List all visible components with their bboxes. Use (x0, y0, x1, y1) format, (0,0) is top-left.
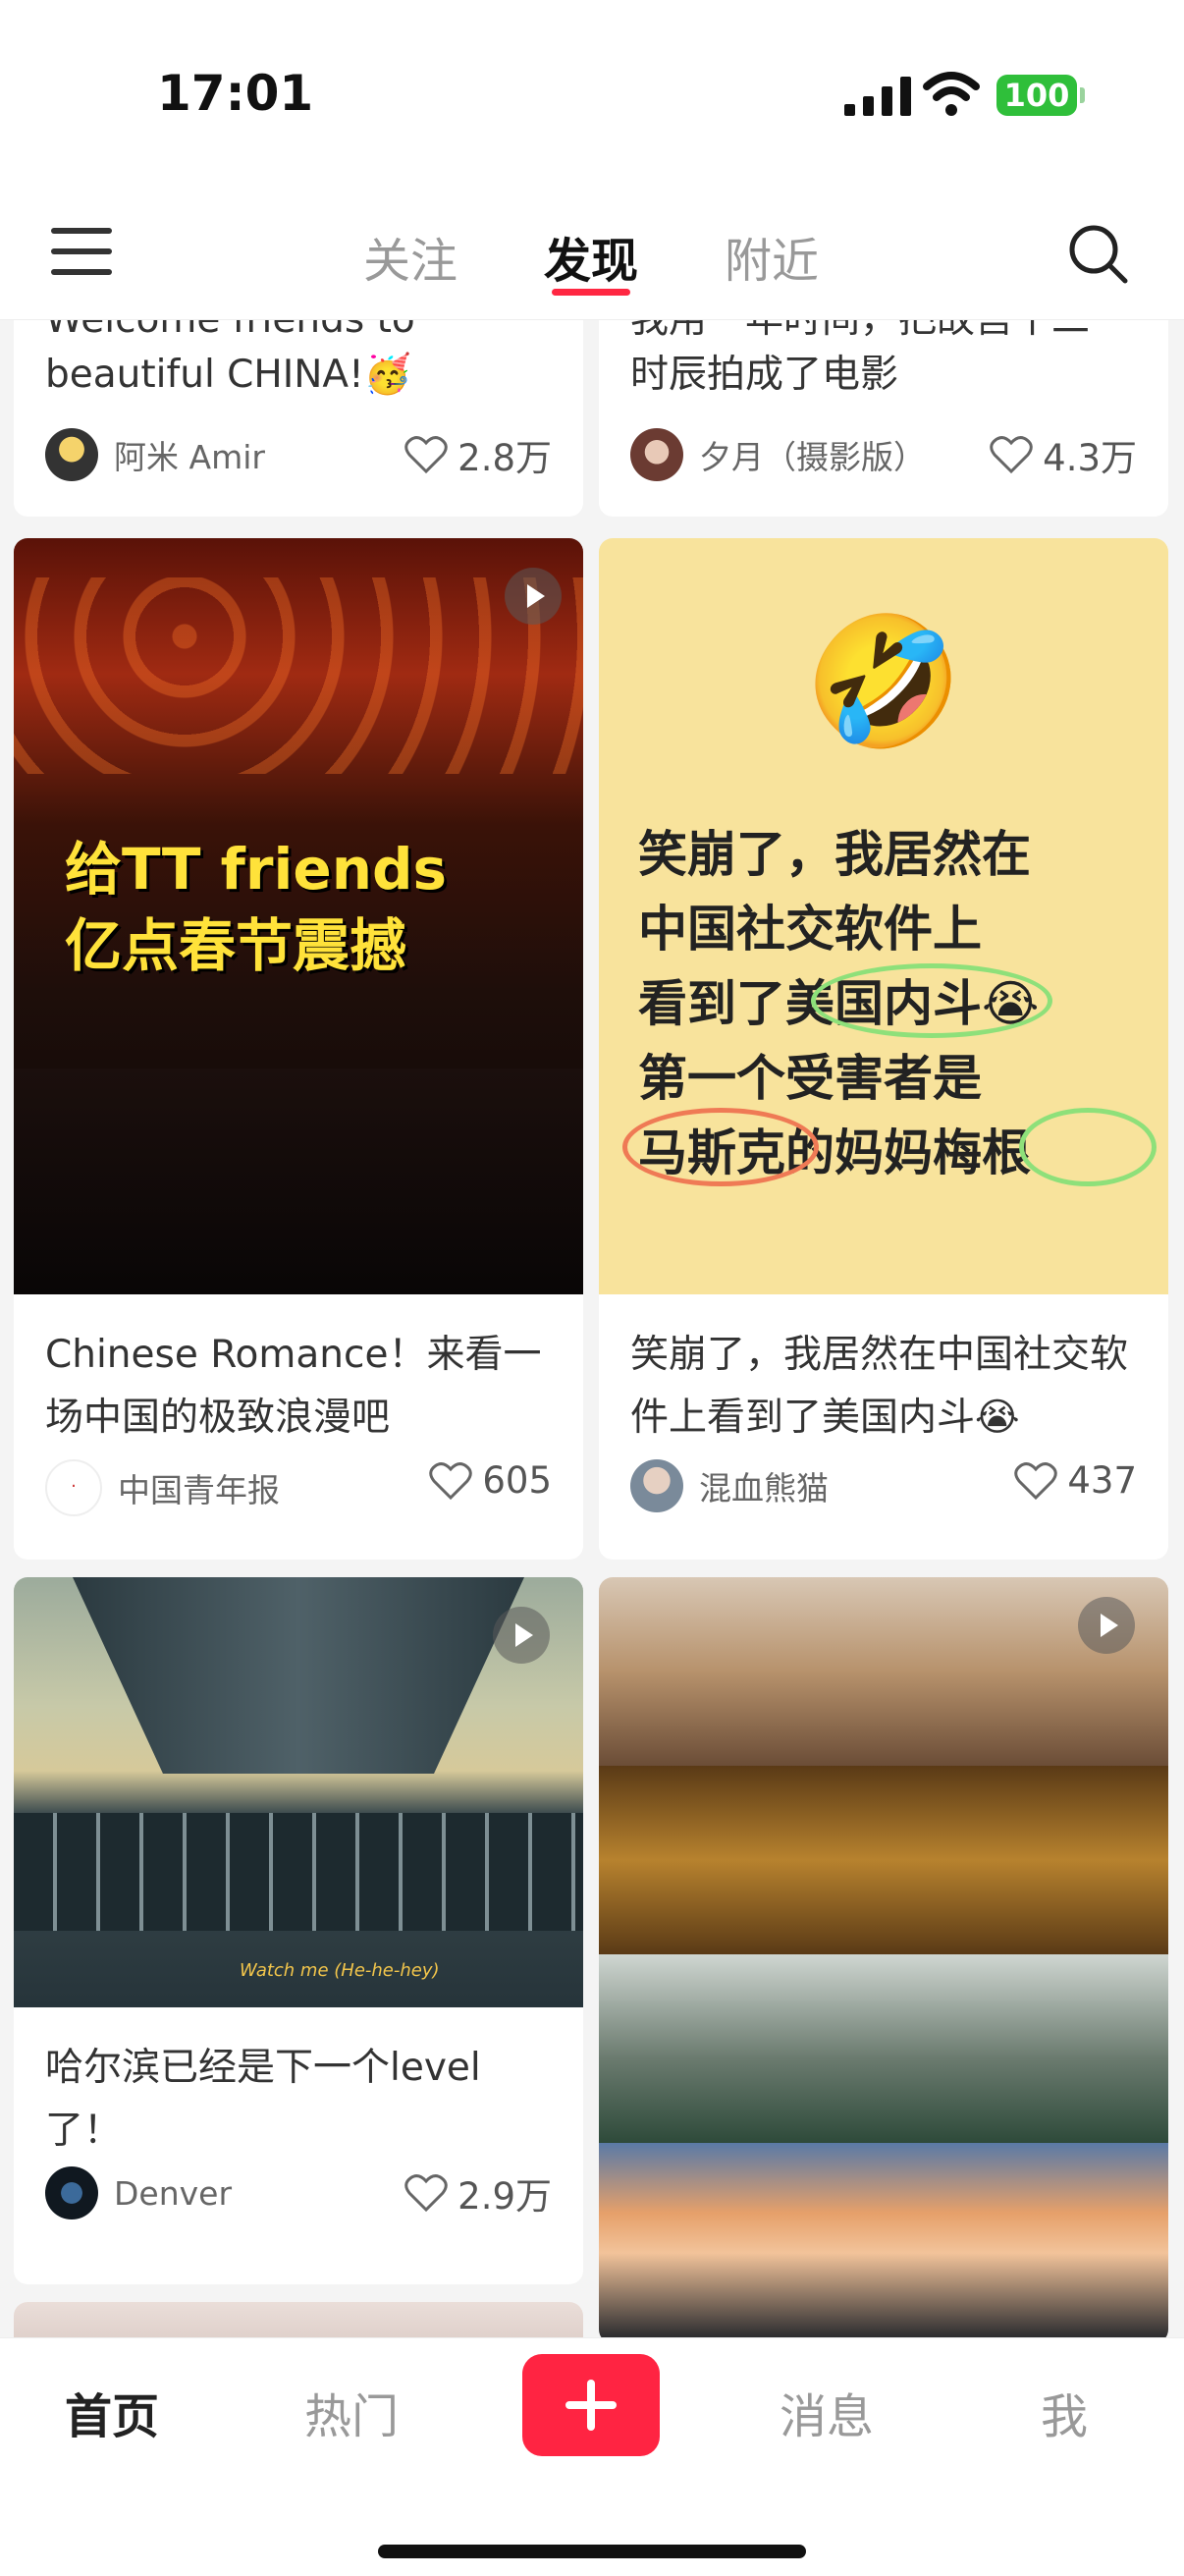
top-header: 关注 发现 附近 (0, 187, 1184, 320)
card-author[interactable]: 阿米 Amir (45, 428, 265, 481)
wifi-icon (923, 72, 980, 116)
home-indicator (378, 2545, 806, 2558)
heart-icon (1014, 1461, 1058, 1500)
avatar (630, 428, 683, 481)
heart-icon (404, 2174, 448, 2213)
nav-trending[interactable]: 热门 (304, 2378, 399, 2446)
note-card[interactable]: 我用一年时间，把故宫十二 时辰拍成了电影 夕月（摄影版） 4.3万 (599, 320, 1168, 517)
note-card[interactable] (599, 1577, 1168, 2337)
avatar (45, 428, 98, 481)
cover-text-line: 中国社交软件上 (638, 901, 982, 958)
nav-home[interactable]: 首页 (65, 2378, 159, 2446)
heart-icon (404, 436, 448, 474)
cover-text-line: 笑崩了，我居然在 (638, 826, 1031, 883)
card-cover-image: 🤣 笑崩了，我居然在 中国社交软件上 看到了美国内斗😭 第一个受害者是 马斯克的… (599, 538, 1168, 1294)
author-name: 夕月（摄影版） (699, 438, 926, 476)
heart-icon (990, 436, 1033, 474)
video-caption: Watch me (He-he-hey) (240, 1960, 440, 1981)
like-count: 437 (1067, 1459, 1137, 1502)
card-title: Chinese Romance！来看一场中国的极致浪漫吧 (45, 1333, 542, 1440)
play-icon (505, 568, 562, 625)
search-icon[interactable] (1066, 222, 1129, 285)
cover-emoji: 🤣 (804, 607, 963, 756)
status-bar: 17:01 100 (0, 0, 1184, 187)
card-title: 哈尔滨已经是下一个level了！ (45, 2046, 481, 2153)
card-author[interactable]: · 中国青年报 (45, 1459, 280, 1516)
play-icon (493, 1607, 550, 1664)
like-button[interactable]: 2.9万 (404, 2166, 552, 2220)
like-button[interactable]: 605 (429, 1459, 552, 1502)
avatar: · (45, 1459, 102, 1516)
avatar (630, 1459, 683, 1512)
like-count: 4.3万 (1043, 437, 1137, 479)
menu-icon[interactable] (51, 228, 112, 277)
author-name: 混血熊猫 (699, 1469, 829, 1507)
card-author[interactable]: 夕月（摄影版） (630, 428, 926, 481)
cover-text-line: 第一个受害者是 (638, 1050, 982, 1107)
like-button[interactable]: 4.3万 (990, 428, 1137, 481)
nav-me[interactable]: 我 (1041, 2378, 1088, 2446)
note-card[interactable]: 给TT friends 亿点春节震撼 Chinese Romance！来看一场中… (14, 538, 583, 1560)
card-title: 笑崩了，我居然在中国社交软件上看到了美国内斗😭 (630, 1333, 1129, 1440)
author-name: 中国青年报 (118, 1471, 280, 1509)
status-time: 17:01 (157, 65, 314, 122)
note-card[interactable]: Watch me (He-he-hey) 哈尔滨已经是下一个level了！ De… (14, 1577, 583, 2284)
avatar (45, 2166, 98, 2220)
like-count: 605 (482, 1459, 552, 1502)
heart-icon (429, 1461, 473, 1500)
cover-overlay-text: 给TT friends (65, 836, 448, 903)
play-icon (1078, 1597, 1135, 1654)
active-tab-indicator (552, 289, 630, 296)
nav-messages[interactable]: 消息 (780, 2378, 874, 2446)
tab-follow[interactable]: 关注 (363, 222, 457, 291)
discover-feed[interactable]: Welcome friends to beautiful CHINA!🥳 阿米 … (0, 320, 1184, 2337)
card-author[interactable]: 混血熊猫 (630, 1459, 829, 1512)
bottom-nav: 首页 热门 消息 我 (0, 2337, 1184, 2576)
card-author[interactable]: Denver (45, 2166, 232, 2220)
note-card[interactable]: 🤣 笑崩了，我居然在 中国社交软件上 看到了美国内斗😭 第一个受害者是 马斯克的… (599, 538, 1168, 1560)
card-title: beautiful CHINA!🥳 (45, 353, 412, 397)
like-count: 2.9万 (457, 2175, 552, 2218)
author-name: 阿米 Amir (114, 438, 265, 476)
battery-indicator: 100 (996, 75, 1085, 116)
card-cover-image (14, 2302, 583, 2337)
author-name: Denver (114, 2173, 233, 2213)
card-cover-image (599, 1577, 1168, 2337)
tab-discover[interactable]: 发现 (544, 222, 638, 291)
note-card[interactable] (14, 2302, 583, 2337)
like-button[interactable]: 437 (1014, 1459, 1137, 1502)
like-button[interactable]: 2.8万 (404, 428, 552, 481)
cellular-signal-icon (844, 77, 911, 116)
like-count: 2.8万 (457, 437, 552, 479)
tab-nearby[interactable]: 附近 (725, 222, 819, 291)
create-post-button[interactable] (522, 2354, 660, 2456)
cover-overlay-text: 亿点春节震撼 (65, 912, 407, 979)
note-card[interactable]: Welcome friends to beautiful CHINA!🥳 阿米 … (14, 320, 583, 517)
card-title: 时辰拍成了电影 (630, 353, 899, 397)
card-cover-image: 给TT friends 亿点春节震撼 (14, 538, 583, 1294)
